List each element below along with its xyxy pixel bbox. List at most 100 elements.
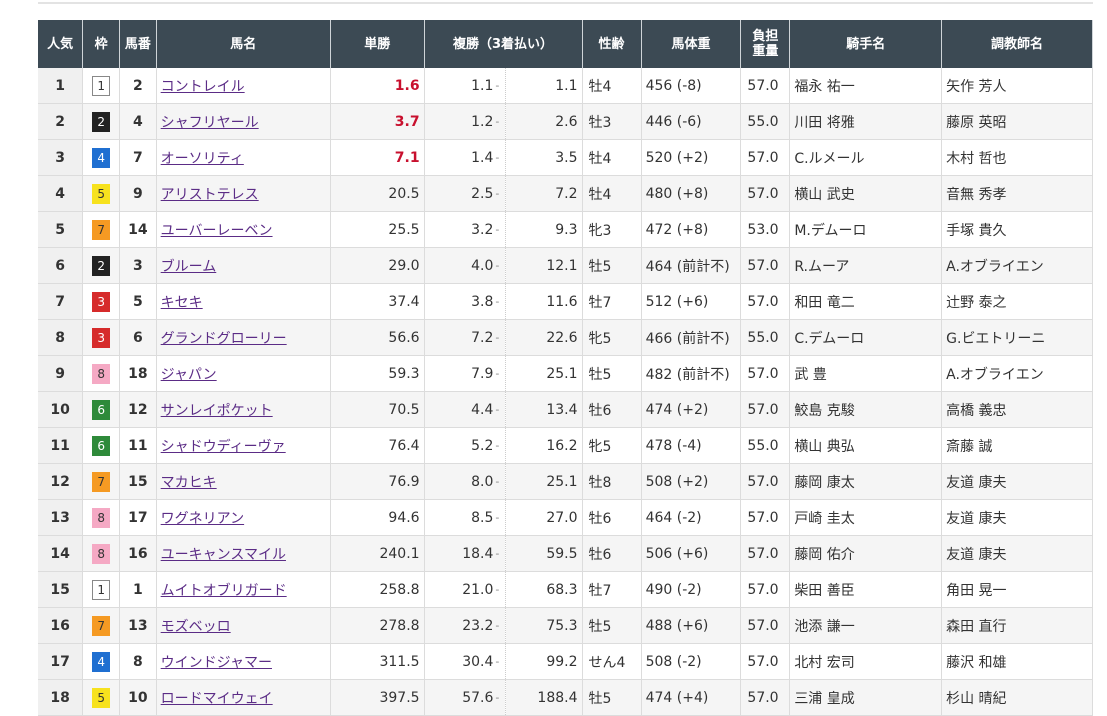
header-jockey: 騎手名 <box>789 20 943 68</box>
horse-link[interactable]: ウインドジャマー <box>161 655 272 671</box>
popularity-cell: 14 <box>38 535 84 572</box>
trainer-link[interactable]: 矢作 芳人 <box>946 79 1006 95</box>
weight-cell: 488 (+6) <box>641 607 742 644</box>
jockey-link[interactable]: 武 豊 <box>794 367 826 383</box>
place-min-cell: 57.6 <box>424 679 496 716</box>
jockey-link[interactable]: 池添 謙一 <box>794 619 854 635</box>
trainer-link[interactable]: 藤原 英昭 <box>946 115 1006 131</box>
horse-link[interactable]: マカヒキ <box>161 475 217 491</box>
place-dash: - <box>495 319 507 356</box>
win-odds-cell: 25.5 <box>330 211 425 248</box>
trainer-link[interactable]: 友道 康夫 <box>946 511 1006 527</box>
jockey-link[interactable]: C.ルメール <box>794 151 864 167</box>
win-odds-cell: 20.5 <box>330 175 425 212</box>
place-min-cell: 30.4 <box>424 643 496 680</box>
load-cell: 57.0 <box>740 643 791 680</box>
jockey-link[interactable]: 和田 竜二 <box>794 295 854 311</box>
horse-link[interactable]: サンレイポケット <box>161 403 273 419</box>
trainer-cell: 角田 晃一 <box>941 571 1093 608</box>
horse-link[interactable]: グランドグローリー <box>161 331 287 347</box>
sexage-cell: 牝5 <box>582 427 642 464</box>
horse-link[interactable]: キセキ <box>161 295 203 311</box>
sexage-cell: 牡5 <box>582 247 642 284</box>
trainer-link[interactable]: 杉山 晴紀 <box>946 691 1006 707</box>
weight-cell: 480 (+8) <box>641 175 742 212</box>
waku-badge: 6 <box>92 399 111 420</box>
horse-link[interactable]: ワグネリアン <box>161 511 244 527</box>
popularity-cell: 4 <box>38 175 84 212</box>
trainer-link[interactable]: 友道 康夫 <box>946 547 1006 563</box>
trainer-link[interactable]: 手塚 貴久 <box>946 223 1006 239</box>
jockey-link[interactable]: R.ムーア <box>794 259 849 275</box>
trainer-link[interactable]: 斎藤 誠 <box>946 439 992 455</box>
trainer-link[interactable]: 藤沢 和雄 <box>946 655 1006 671</box>
horse-link[interactable]: コントレイル <box>161 79 245 95</box>
jockey-link[interactable]: 藤岡 康太 <box>794 475 854 491</box>
waku-cell: 7 <box>82 607 120 644</box>
place-max-cell: 25.1 <box>505 463 583 500</box>
jockey-cell: C.ルメール <box>789 139 943 176</box>
trainer-link[interactable]: 森田 直行 <box>946 619 1006 635</box>
horse-link[interactable]: ユーバーレーベン <box>161 223 273 239</box>
trainer-cell: 手塚 貴久 <box>941 211 1093 248</box>
horse-cell: オーソリティ <box>156 139 331 176</box>
horse-link[interactable]: ジャパン <box>161 367 217 383</box>
jockey-link[interactable]: 戸崎 圭太 <box>794 511 854 527</box>
umaban-cell: 3 <box>119 247 157 284</box>
sexage-cell: 牡6 <box>582 499 642 536</box>
horse-link[interactable]: ブルーム <box>161 259 217 275</box>
win-odds-cell: 311.5 <box>330 643 425 680</box>
load-cell: 57.0 <box>740 499 791 536</box>
jockey-cell: 池添 謙一 <box>789 607 943 644</box>
trainer-link[interactable]: 辻野 泰之 <box>946 295 1006 311</box>
load-cell: 57.0 <box>740 68 791 104</box>
place-dash: - <box>495 643 507 680</box>
horse-link[interactable]: アリストテレス <box>161 187 259 203</box>
jockey-link[interactable]: 川田 将雅 <box>794 115 854 131</box>
jockey-link[interactable]: 横山 武史 <box>794 187 854 203</box>
trainer-cell: 辻野 泰之 <box>941 283 1093 320</box>
jockey-link[interactable]: 三浦 皇成 <box>794 691 854 707</box>
weight-cell: 456 (-8) <box>641 68 742 104</box>
horse-link[interactable]: シャフリヤール <box>161 115 259 131</box>
horse-link[interactable]: モズベッロ <box>161 619 231 635</box>
jockey-link[interactable]: 柴田 善臣 <box>794 583 854 599</box>
header-load: 負担 重量 <box>740 20 791 68</box>
trainer-link[interactable]: 音無 秀孝 <box>946 187 1006 203</box>
trainer-name: A.オブライエン <box>946 366 1044 383</box>
waku-badge: 5 <box>92 687 111 708</box>
umaban-cell: 2 <box>119 68 157 104</box>
jockey-link[interactable]: 藤岡 佑介 <box>794 547 854 563</box>
trainer-link[interactable]: 友道 康夫 <box>946 475 1006 491</box>
horse-link[interactable]: オーソリティ <box>161 151 244 167</box>
sexage-cell: 牡7 <box>582 283 642 320</box>
horse-link[interactable]: シャドウディーヴァ <box>161 439 286 455</box>
table-row: 9 8 18 ジャパン 59.3 7.9-25.1 牡5 482 (前計不) 57.0 武 豊 A.… <box>38 355 1093 392</box>
jockey-link[interactable]: 鮫島 克駿 <box>794 403 854 419</box>
jockey-link[interactable]: 福永 祐一 <box>794 79 854 95</box>
waku-cell: 5 <box>82 679 120 716</box>
table-row: 2 2 4 シャフリヤール 3.7 1.2-2.6 牡3 446 (-6) 55.0 川田 将雅 藤… <box>38 103 1093 140</box>
jockey-link[interactable]: C.デムーロ <box>794 331 864 347</box>
header-sexage: 性齢 <box>582 20 642 68</box>
place-dash: - <box>495 139 507 176</box>
trainer-link[interactable]: 角田 晃一 <box>946 583 1006 599</box>
trainer-cell: A.オブライエン <box>941 355 1093 392</box>
horse-link[interactable]: ユーキャンスマイル <box>161 547 286 563</box>
trainer-link[interactable]: 高橋 義忠 <box>946 403 1006 419</box>
trainer-link[interactable]: 木村 哲也 <box>946 151 1006 167</box>
waku-badge: 8 <box>92 543 111 564</box>
jockey-link[interactable]: 横山 典弘 <box>794 439 854 455</box>
horse-cell: ムイトオブリガード <box>156 571 331 608</box>
umaban-cell: 4 <box>119 103 157 140</box>
jockey-link[interactable]: M.デムーロ <box>794 223 866 239</box>
load-cell: 57.0 <box>740 463 791 500</box>
umaban-cell: 18 <box>119 355 157 392</box>
jockey-link[interactable]: 北村 宏司 <box>794 655 854 671</box>
trainer-cell: 斎藤 誠 <box>941 427 1093 464</box>
place-min-cell: 1.1 <box>424 68 496 104</box>
horse-link[interactable]: ムイトオブリガード <box>161 583 287 599</box>
horse-link[interactable]: ロードマイウェイ <box>161 691 273 707</box>
popularity-cell: 11 <box>38 427 84 464</box>
umaban-cell: 10 <box>119 679 157 716</box>
